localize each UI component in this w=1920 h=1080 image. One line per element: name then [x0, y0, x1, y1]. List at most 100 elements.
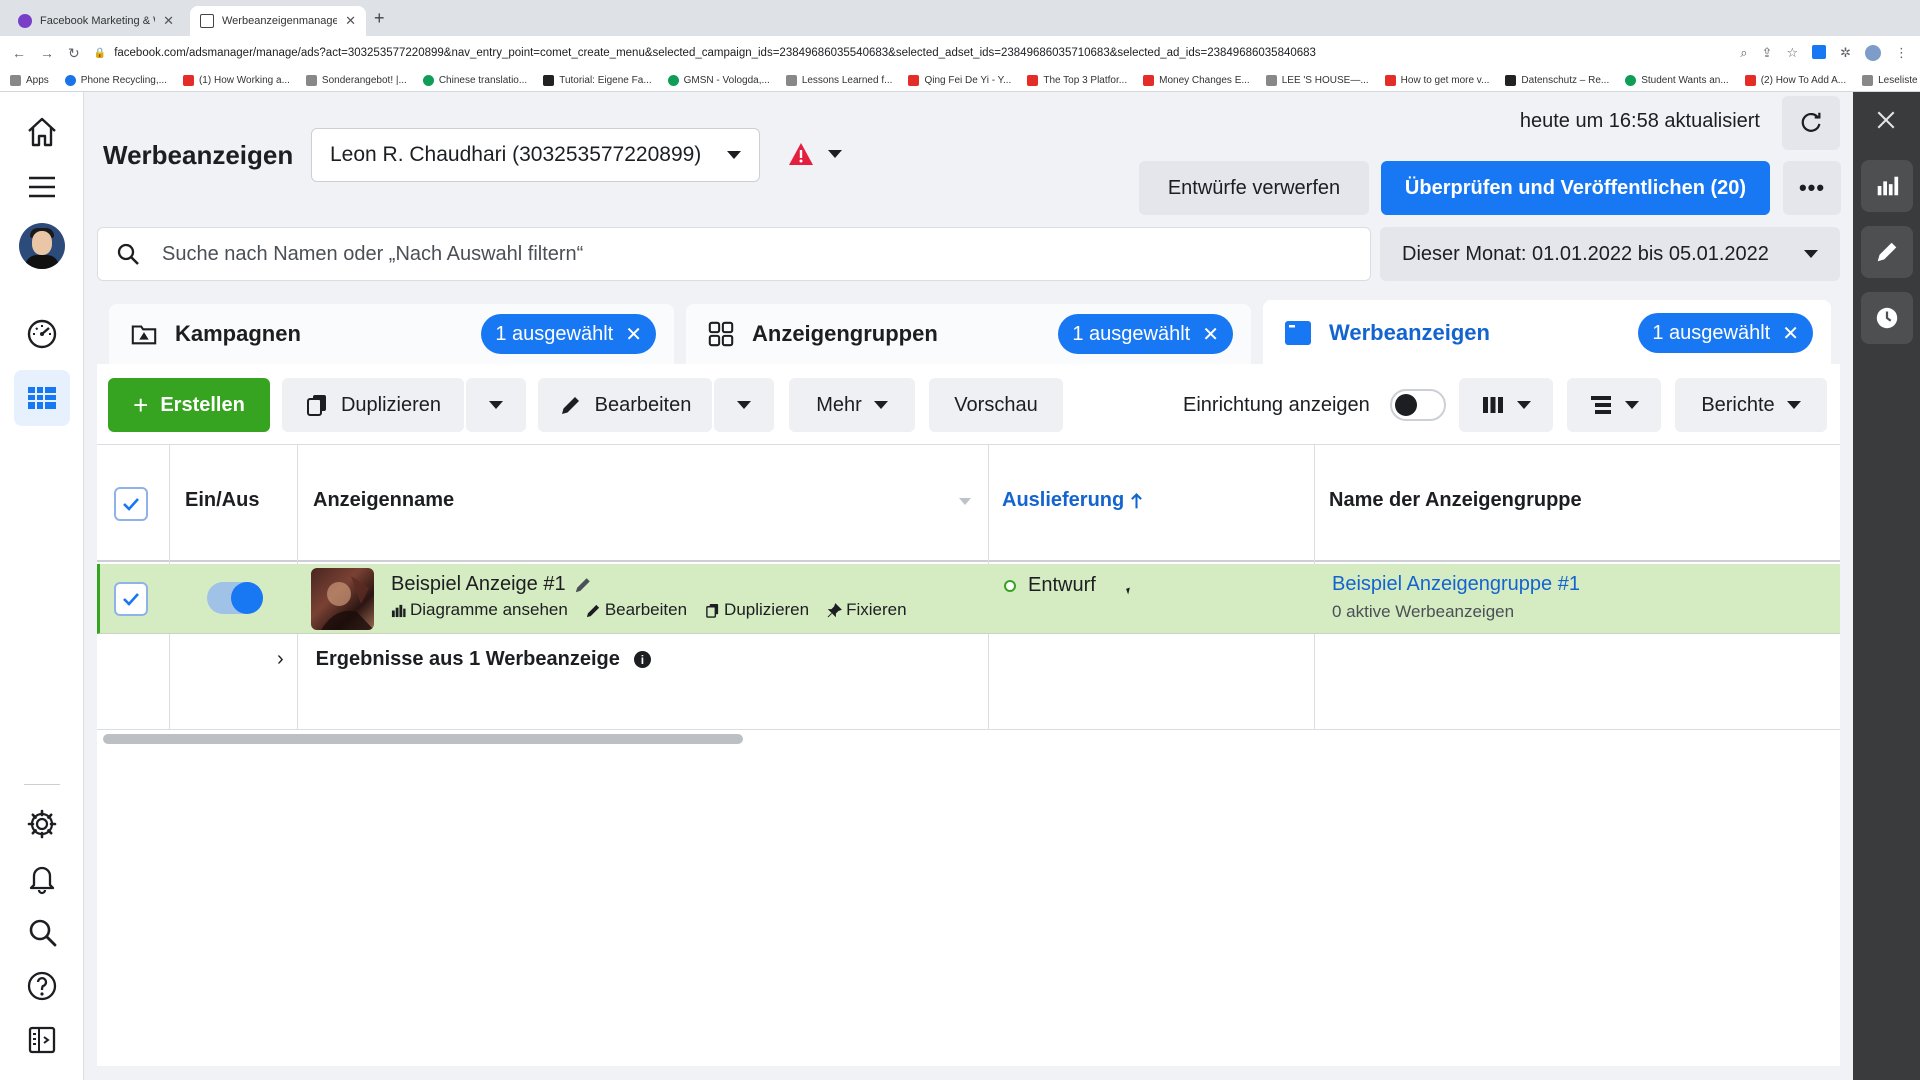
- browser-tabbar: Facebook Marketing & Werbea ✕ Werbeanzei…: [0, 0, 1920, 36]
- tab-ads[interactable]: Werbeanzeigen 1 ausgewählt ✕: [1263, 300, 1831, 366]
- ad-on-off-toggle[interactable]: [207, 582, 263, 614]
- back-icon[interactable]: ←: [12, 45, 26, 61]
- reload-icon[interactable]: ↻: [68, 45, 80, 62]
- close-tab-icon[interactable]: ✕: [163, 13, 174, 29]
- bookmark[interactable]: (2) How To Add A...: [1744, 75, 1846, 86]
- tab-adsets[interactable]: Anzeigengruppen 1 ausgewählt ✕: [686, 304, 1251, 364]
- home-button[interactable]: [14, 104, 70, 160]
- bookmark[interactable]: Sonderangebot! |...: [305, 75, 407, 86]
- zoom-icon[interactable]: ⌕: [1740, 45, 1747, 61]
- ad-thumbnail[interactable]: [311, 568, 374, 630]
- column-header-delivery[interactable]: Auslieferung: [1002, 489, 1143, 512]
- bookmark[interactable]: LEE 'S HOUSE—...: [1265, 75, 1369, 86]
- results-summary-row[interactable]: › Ergebnisse aus 1 Werbeanzeige i: [277, 648, 651, 671]
- profile-icon[interactable]: [1865, 45, 1881, 61]
- menu-button[interactable]: [14, 159, 70, 215]
- column-header-ad-name[interactable]: Anzeigenname: [313, 489, 454, 512]
- ads-manager-table-button[interactable]: [14, 370, 70, 426]
- close-icon[interactable]: ✕: [1782, 321, 1799, 346]
- account-warning-menu[interactable]: [788, 142, 842, 166]
- table-grid-icon: [28, 387, 56, 409]
- bookmark[interactable]: The Top 3 Platfor...: [1027, 75, 1127, 86]
- account-selector[interactable]: Leon R. Chaudhari (303253577220899): [311, 128, 760, 182]
- browser-tab-active[interactable]: Werbeanzeigenmanager - Wer ✕: [190, 6, 366, 36]
- close-icon[interactable]: ✕: [1202, 322, 1219, 347]
- bookmark[interactable]: Lessons Learned f...: [785, 75, 892, 86]
- bookmark-star-icon[interactable]: ☆: [1786, 45, 1798, 61]
- forward-icon[interactable]: →: [40, 45, 54, 61]
- account-avatar-button[interactable]: [14, 218, 70, 274]
- preview-button[interactable]: Vorschau: [929, 378, 1063, 432]
- notifications-button[interactable]: [14, 850, 70, 906]
- duplicate-ad-link[interactable]: Duplizieren: [705, 600, 809, 620]
- bookmark[interactable]: Phone Recycling,...: [64, 75, 167, 86]
- chevron-down-icon: [737, 401, 751, 409]
- create-button[interactable]: + Erstellen: [108, 378, 270, 432]
- info-icon[interactable]: i: [633, 651, 651, 668]
- toggle-sidebar-button[interactable]: [14, 1012, 70, 1068]
- refresh-button[interactable]: [1782, 96, 1840, 150]
- duplicate-dropdown-button[interactable]: [466, 378, 526, 432]
- bookmark-apps[interactable]: Apps: [10, 75, 49, 86]
- search-input[interactable]: [162, 242, 1352, 266]
- horizontal-scrollbar[interactable]: [103, 734, 743, 744]
- pencil-icon[interactable]: [574, 576, 592, 594]
- reports-button[interactable]: Berichte: [1675, 378, 1827, 432]
- review-publish-button[interactable]: Überprüfen und Veröffentlichen (20): [1381, 161, 1770, 215]
- help-button[interactable]: [14, 958, 70, 1014]
- column-header-adset-name[interactable]: Name der Anzeigengruppe: [1329, 489, 1582, 512]
- menu-kebab-icon[interactable]: ⋮: [1895, 45, 1908, 61]
- reading-list[interactable]: Leseliste: [1862, 75, 1918, 86]
- close-panel-button[interactable]: [1872, 106, 1900, 134]
- more-actions-button[interactable]: Mehr: [789, 378, 915, 432]
- adset-name-link[interactable]: Beispiel Anzeigengruppe #1: [1332, 573, 1580, 596]
- setup-toggle-switch[interactable]: [1390, 389, 1446, 421]
- close-icon[interactable]: ✕: [625, 322, 642, 347]
- edit-panel-button[interactable]: [1861, 226, 1913, 278]
- date-range-selector[interactable]: Dieser Monat: 01.01.2022 bis 05.01.2022: [1380, 227, 1840, 281]
- column-header-onoff[interactable]: Ein/Aus: [185, 489, 259, 512]
- sort-caret-icon[interactable]: [959, 498, 971, 506]
- speedometer-icon: [27, 319, 57, 349]
- selection-chip[interactable]: 1 ausgewählt ✕: [481, 314, 656, 354]
- browser-tab[interactable]: Facebook Marketing & Werbea ✕: [8, 6, 184, 36]
- address-bar[interactable]: 🔒 facebook.com/adsmanager/manage/ads?act…: [94, 47, 1727, 59]
- new-tab-icon[interactable]: +: [374, 8, 385, 29]
- more-options-button[interactable]: •••: [1783, 161, 1841, 215]
- duplicate-button[interactable]: Duplizieren: [282, 378, 464, 432]
- tab-campaigns[interactable]: Kampagnen 1 ausgewählt ✕: [109, 304, 674, 364]
- settings-button[interactable]: [14, 796, 70, 852]
- edit-dropdown-button[interactable]: [714, 378, 774, 432]
- dashboard-button[interactable]: [14, 306, 70, 362]
- ad-name-cell[interactable]: Beispiel Anzeige #1: [391, 573, 592, 596]
- chevron-right-icon[interactable]: ›: [277, 648, 284, 671]
- bookmark[interactable]: Student Wants an...: [1625, 75, 1729, 86]
- bookmark[interactable]: Money Changes E...: [1143, 75, 1250, 86]
- bookmark[interactable]: Tutorial: Eigene Fa...: [543, 75, 652, 86]
- charts-panel-button[interactable]: [1861, 160, 1913, 212]
- share-icon[interactable]: ⇪: [1762, 45, 1773, 61]
- bookmark[interactable]: (1) How Working a...: [182, 75, 290, 86]
- discard-drafts-button[interactable]: Entwürfe verwerfen: [1139, 161, 1369, 215]
- bookmark[interactable]: Datenschutz – Re...: [1505, 75, 1609, 86]
- search-nav-button[interactable]: [14, 904, 70, 960]
- extensions-puzzle-icon[interactable]: ✲: [1840, 45, 1851, 61]
- facebook-extension-icon[interactable]: [1812, 45, 1827, 59]
- bookmark[interactable]: How to get more v...: [1384, 75, 1489, 86]
- refresh-icon: [1801, 112, 1821, 132]
- edit-ad-link[interactable]: Bearbeiten: [586, 600, 687, 620]
- breakdown-button[interactable]: [1567, 378, 1661, 432]
- bookmark[interactable]: Qing Fei De Yi - Y...: [908, 75, 1011, 86]
- view-charts-link[interactable]: Diagramme ansehen: [391, 600, 568, 620]
- selection-chip[interactable]: 1 ausgewählt ✕: [1638, 313, 1813, 353]
- row-checkbox[interactable]: [114, 582, 148, 616]
- select-all-checkbox[interactable]: [114, 487, 148, 521]
- bookmark[interactable]: Chinese translatio...: [422, 75, 527, 86]
- bookmark[interactable]: GMSN - Vologda,...: [667, 75, 770, 86]
- pin-ad-link[interactable]: Fixieren: [827, 600, 907, 620]
- edit-button[interactable]: Bearbeiten: [538, 378, 712, 432]
- columns-button[interactable]: [1459, 378, 1553, 432]
- close-tab-icon[interactable]: ✕: [345, 13, 356, 29]
- history-panel-button[interactable]: [1861, 292, 1913, 344]
- selection-chip[interactable]: 1 ausgewählt ✕: [1058, 314, 1233, 354]
